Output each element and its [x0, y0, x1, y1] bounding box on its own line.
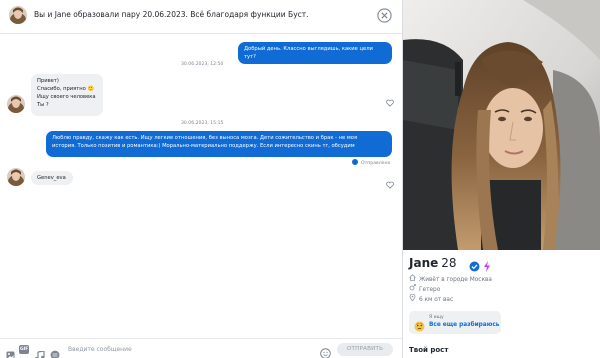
info-text: Гетеро [419, 287, 441, 293]
status-text: Отправлено [361, 161, 391, 166]
message-outgoing[interactable]: Добрый день. Классно выглядишь, какие це… [238, 42, 392, 64]
match-avatar[interactable] [7, 95, 25, 113]
sent-check-icon [352, 159, 358, 165]
info-text: 6 км от вас [419, 297, 454, 303]
looking-for-card: Я ищу Все еще разбираюсь [409, 311, 501, 334]
profile-name-text: Jane [409, 256, 439, 270]
send-button[interactable]: ОТПРАВИТЬ [337, 343, 393, 356]
profile-info-distance: 6 км от вас [409, 293, 454, 303]
looking-for-value: Все еще разбираюсь [429, 322, 500, 328]
height-section-title: Твой рост [409, 346, 449, 354]
profile-panel: Jane 28 Живёт в городе Москва Гетеро 6 км… [403, 0, 600, 358]
verified-icon [469, 257, 480, 272]
chat-panel: Вы и Jane образовали пару 20.06.2023. Вс… [0, 0, 402, 358]
match-avatar[interactable] [7, 168, 25, 186]
message-line: Ты ? [37, 102, 49, 108]
profile-info-city: Живёт в городе Москва [409, 274, 492, 283]
chat-header: Вы и Jane образовали пару 20.06.2023. Вс… [0, 0, 402, 34]
looking-for-label: Я ищу [429, 315, 444, 320]
like-heart-icon[interactable] [386, 174, 394, 189]
boost-bolt-icon [483, 257, 491, 272]
image-icon[interactable] [6, 345, 15, 358]
like-heart-icon[interactable] [386, 92, 394, 107]
profile-photo[interactable] [403, 0, 600, 250]
close-icon[interactable] [377, 8, 392, 23]
message-outgoing[interactable]: Люблю правду, скажу как есть. Ищу легкие… [46, 131, 392, 157]
message-line: история. Только позитив и романтика:) Мо… [52, 143, 355, 149]
message-timestamp: 30.06.2023, 15:15 [181, 121, 224, 126]
gif-icon[interactable]: GIF [19, 345, 30, 354]
info-text: Живёт в городе Москва [419, 277, 492, 283]
message-text: Genev_eva [37, 175, 66, 181]
profile-age: 28 [441, 256, 457, 270]
gender-icon [409, 284, 416, 293]
emoji-icon[interactable] [50, 345, 60, 358]
message-line: Привет) [37, 78, 59, 84]
message-line: Люблю правду, скажу как есть. Ищу легкие… [52, 135, 358, 141]
message-incoming[interactable]: Genev_eva [31, 171, 73, 185]
message-composer: GIF ОТПРАВИТЬ [0, 338, 402, 358]
thinking-face-icon [414, 317, 425, 332]
message-incoming[interactable]: Привет) Спасибо, приятно 🙂 Ищу своего че… [31, 74, 103, 116]
message-text: Добрый день. Классно выглядишь, какие це… [244, 46, 373, 60]
music-icon[interactable] [34, 345, 45, 358]
match-avatar[interactable] [9, 6, 27, 24]
location-pin-icon [409, 293, 416, 303]
message-timestamp: 30.06.2023, 12:50 [181, 62, 224, 67]
home-icon [409, 274, 416, 283]
message-line: Спасибо, приятно 🙂 [37, 86, 94, 92]
message-input[interactable] [68, 343, 308, 356]
profile-name: Jane 28 [409, 256, 457, 270]
message-status: Отправлено [352, 159, 390, 166]
message-line: Ищу своего человека [37, 94, 96, 100]
emoji-picker-icon[interactable] [320, 344, 331, 358]
match-title: Вы и Jane образовали пару 20.06.2023. Вс… [34, 10, 309, 19]
profile-info-orientation: Гетеро [409, 284, 440, 293]
